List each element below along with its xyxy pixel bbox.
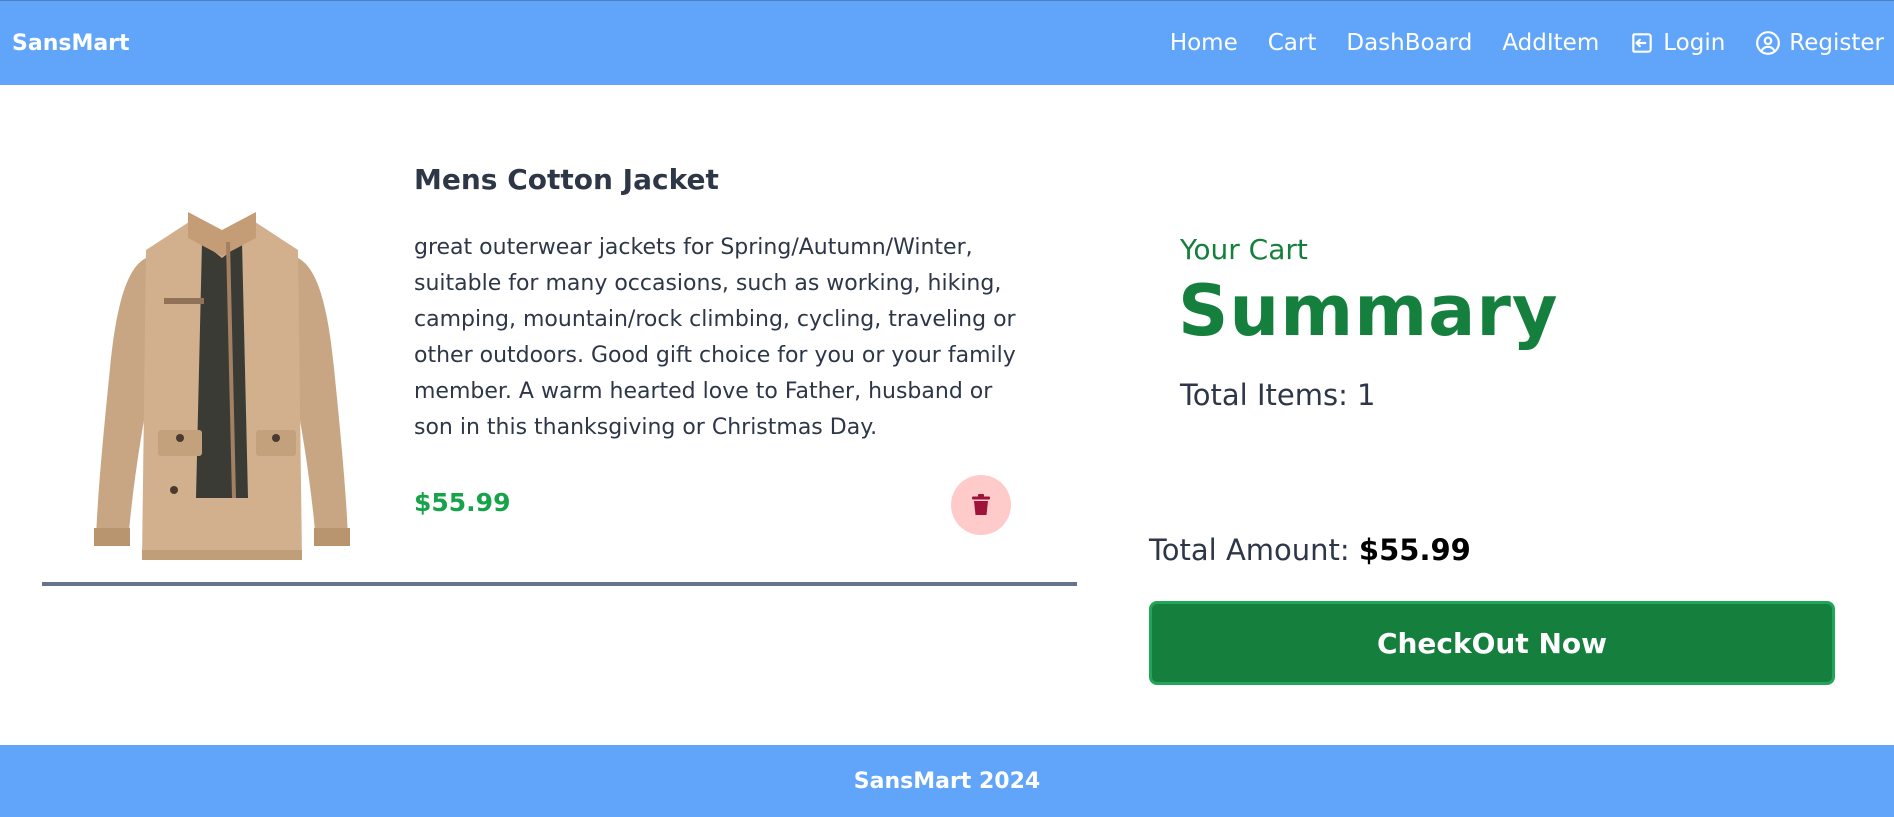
item-divider — [42, 582, 1077, 586]
nav-links: Home Cart DashBoard AddItem Login Regist… — [1170, 30, 1884, 56]
nav-register-label: Register — [1789, 30, 1884, 56]
product-title: Mens Cotton Jacket — [414, 163, 719, 196]
nav-dashboard[interactable]: DashBoard — [1346, 30, 1472, 56]
login-icon — [1632, 33, 1652, 53]
nav-login-label: Login — [1663, 30, 1726, 56]
navbar: SansMart Home Cart DashBoard AddItem Log… — [0, 0, 1894, 85]
summary-title: Summary — [1178, 270, 1559, 352]
product-description: great outerwear jackets for Spring/Autum… — [414, 235, 1016, 440]
nav-additem[interactable]: AddItem — [1502, 30, 1599, 56]
product-price: $55.99 — [414, 488, 511, 517]
nav-dashboard-label: DashBoard — [1346, 30, 1473, 56]
footer: SansMart 2024 — [0, 745, 1894, 817]
cart-label: Your Cart — [1180, 233, 1308, 266]
nav-register[interactable]: Register — [1755, 30, 1884, 56]
footer-text: SansMart 2024 — [853, 768, 1041, 794]
cart-page: Mens Cotton Jacket great outerwear jacke… — [0, 85, 1894, 745]
remove-item-button[interactable] — [951, 475, 1011, 535]
total-amount-value: $55.99 — [1358, 533, 1471, 567]
user-circle-icon — [1756, 31, 1781, 55]
nav-cart[interactable]: Cart — [1268, 30, 1317, 56]
nav-additem-label: AddItem — [1502, 30, 1600, 56]
total-amount: Total Amount: $55.99 — [1149, 533, 1471, 567]
nav-home[interactable]: Home — [1170, 30, 1238, 56]
total-items: Total Items: 1 — [1180, 378, 1376, 412]
total-amount-label: Total Amount: — [1149, 533, 1350, 567]
nav-home-label: Home — [1169, 30, 1238, 56]
checkout-button[interactable]: CheckOut Now — [1149, 601, 1835, 685]
trash-icon — [972, 494, 990, 515]
nav-cart-label: Cart — [1267, 30, 1317, 56]
jacket-image — [88, 198, 356, 578]
nav-login[interactable]: Login — [1629, 30, 1725, 56]
brand-logo[interactable]: SansMart — [12, 31, 130, 56]
